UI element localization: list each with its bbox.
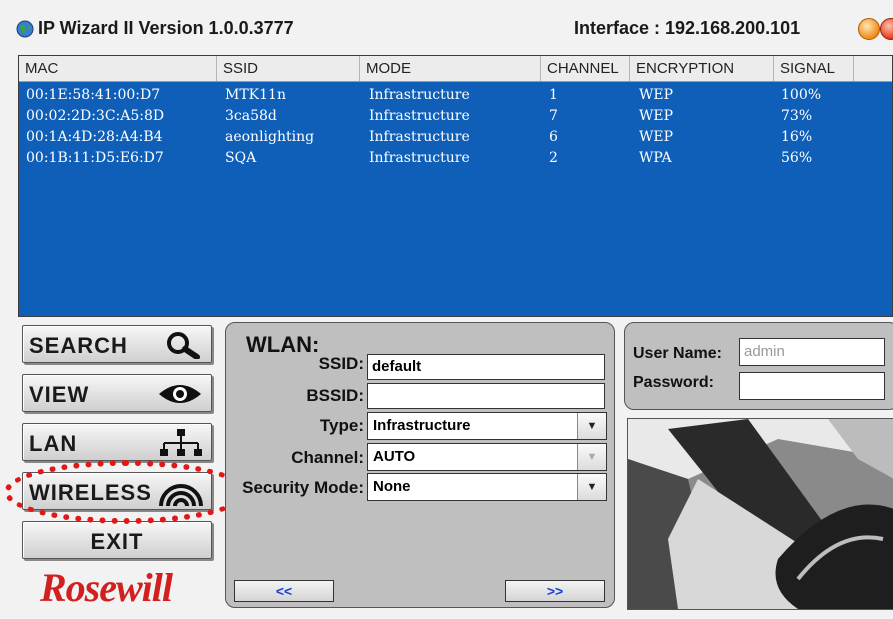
- type-select-value: Infrastructure: [373, 417, 471, 434]
- camera-image: [628, 419, 893, 609]
- title-bar: IP Wizard II Version 1.0.0.3777 Interfac…: [10, 10, 893, 46]
- chevron-down-icon[interactable]: ▼: [577, 413, 606, 439]
- search-button-label: SEARCH: [29, 333, 128, 358]
- security-mode-select[interactable]: None ▼: [367, 473, 607, 501]
- column-header-ssid[interactable]: SSID: [217, 56, 360, 81]
- channel-label: Channel:: [291, 448, 364, 467]
- column-header-channel[interactable]: CHANNEL: [541, 56, 630, 81]
- window-title: IP Wizard II Version 1.0.0.3777: [38, 18, 294, 38]
- table-row[interactable]: 00:02:2D:3C:A5:8D 3ca58d Infrastructure …: [19, 106, 892, 127]
- view-button[interactable]: VIEW: [22, 374, 212, 412]
- bssid-field[interactable]: [367, 383, 605, 409]
- cell-channel: 7: [549, 108, 558, 124]
- ip-wizard-window: IP Wizard II Version 1.0.0.3777 Interfac…: [0, 0, 893, 619]
- cell-signal: 100%: [781, 87, 822, 103]
- username-label: User Name:: [633, 345, 722, 362]
- rosewill-logo: Rosewill: [40, 565, 173, 610]
- cell-mac: 00:1B:11:D5:E6:D7: [26, 150, 164, 166]
- table-row[interactable]: 00:1B:11:D5:E6:D7 SQA Infrastructure 2 W…: [19, 148, 892, 169]
- cell-signal: 73%: [781, 108, 813, 124]
- search-button[interactable]: SEARCH: [22, 325, 212, 363]
- table-row[interactable]: 00:1A:4D:28:A4:B4 aeonlighting Infrastru…: [19, 127, 892, 148]
- cell-channel: 1: [549, 87, 558, 103]
- table-row[interactable]: 00:1E:58:41:00:D7 MTK11n Infrastructure …: [19, 85, 892, 106]
- cell-mode: Infrastructure: [369, 108, 470, 124]
- security-mode-select-value: None: [373, 478, 411, 495]
- type-select[interactable]: Infrastructure ▼: [367, 412, 607, 440]
- list-header: MAC SSID MODE CHANNEL ENCRYPTION SIGNAL: [19, 56, 892, 82]
- cell-encryption: WEP: [639, 108, 674, 124]
- cell-mode: Infrastructure: [369, 87, 470, 103]
- magnifier-icon: [167, 332, 200, 359]
- cell-mac: 00:1A:4D:28:A4:B4: [26, 129, 163, 145]
- close-button[interactable]: [880, 18, 893, 40]
- cell-signal: 56%: [781, 150, 813, 166]
- column-header-mode[interactable]: MODE: [360, 56, 541, 81]
- cell-ssid: SQA: [225, 150, 257, 166]
- exit-button-label: EXIT: [90, 529, 144, 554]
- cell-mac: 00:1E:58:41:00:D7: [26, 87, 161, 103]
- globe-icon: [16, 20, 34, 38]
- camera-preview: [627, 418, 893, 610]
- cell-ssid: aeonlighting: [225, 129, 315, 145]
- cell-mac: 00:02:2D:3C:A5:8D: [26, 108, 165, 124]
- wlan-panel: WLAN: SSID: default BSSID: Type: Infrast…: [225, 322, 615, 608]
- channel-select[interactable]: AUTO ▼: [367, 443, 607, 471]
- password-label: Password:: [633, 374, 714, 391]
- interface-address: Interface : 192.168.200.101: [574, 18, 801, 38]
- eye-icon: [159, 385, 201, 403]
- lan-button-label: LAN: [29, 431, 78, 456]
- cell-encryption: WEP: [639, 87, 674, 103]
- login-panel: User Name: admin Password:: [624, 322, 893, 410]
- minimize-button[interactable]: [858, 18, 880, 40]
- column-header-encryption[interactable]: ENCRYPTION: [630, 56, 774, 81]
- password-field[interactable]: [739, 372, 885, 400]
- chevron-down-icon[interactable]: ▼: [577, 474, 606, 500]
- cell-encryption: WEP: [639, 129, 674, 145]
- type-label: Type:: [319, 416, 364, 435]
- next-button[interactable]: >>: [505, 580, 605, 602]
- channel-select-value: AUTO: [373, 448, 416, 465]
- network-icon: [160, 429, 202, 456]
- cell-mode: Infrastructure: [369, 129, 470, 145]
- cell-ssid: 3ca58d: [225, 108, 277, 124]
- view-button-label: VIEW: [29, 382, 90, 407]
- security-mode-label: Security Mode:: [242, 478, 364, 497]
- cell-ssid: MTK11n: [225, 87, 286, 103]
- wlan-title: WLAN:: [246, 332, 320, 357]
- ssid-label: SSID:: [318, 354, 364, 373]
- device-list[interactable]: MAC SSID MODE CHANNEL ENCRYPTION SIGNAL …: [18, 55, 893, 317]
- username-field[interactable]: admin: [739, 338, 885, 366]
- lan-button[interactable]: LAN: [22, 423, 212, 461]
- ssid-field[interactable]: default: [367, 354, 605, 380]
- cell-mode: Infrastructure: [369, 150, 470, 166]
- bssid-label: BSSID:: [306, 386, 364, 405]
- cell-signal: 16%: [781, 129, 813, 145]
- chevron-down-icon[interactable]: ▼: [577, 444, 606, 470]
- exit-button[interactable]: EXIT: [22, 521, 212, 559]
- cell-encryption: WPA: [639, 150, 672, 166]
- wireless-highlight-circle: [4, 460, 248, 524]
- cell-channel: 6: [549, 129, 558, 145]
- column-header-filler: [854, 56, 892, 81]
- column-header-signal[interactable]: SIGNAL: [774, 56, 854, 81]
- column-header-mac[interactable]: MAC: [19, 56, 217, 81]
- previous-button[interactable]: <<: [234, 580, 334, 602]
- cell-channel: 2: [549, 150, 558, 166]
